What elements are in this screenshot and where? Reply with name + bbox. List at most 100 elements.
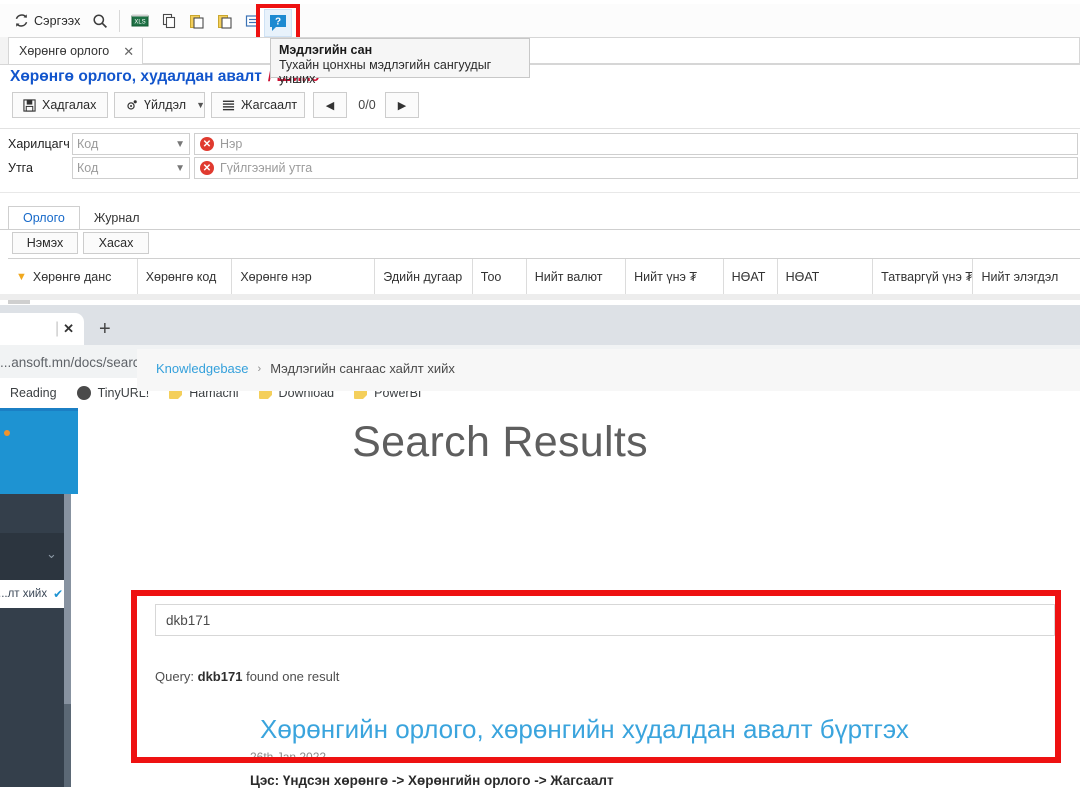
grid-column-header[interactable]: Нийт валют (527, 259, 627, 294)
form-divider (0, 128, 1080, 129)
refresh-button[interactable]: Сэргээх (8, 8, 86, 34)
grid-column-label: Тоо (480, 269, 502, 284)
utga-code-select[interactable]: Код ▼ (72, 157, 190, 179)
filter-icon[interactable]: ▼ (16, 271, 27, 283)
operation-button[interactable]: Үйлдэл ▼ (114, 92, 205, 118)
tab-divider: | (54, 320, 60, 337)
grid-column-header[interactable]: Нийт үнэ ₮ (626, 259, 724, 294)
add-row-label: Нэмэх (26, 236, 64, 250)
next-record-button[interactable]: ▶ (385, 92, 419, 118)
breadcrumb-current: Мэдлэгийн сангаас хайлт хийх (270, 361, 455, 376)
chevron-down-icon: ▼ (196, 100, 205, 110)
save-disk-icon (23, 98, 36, 112)
erp-tab-khorongo-orlogo[interactable]: Хөрөнгө орлого ✕ (8, 37, 146, 64)
grid-column-header[interactable]: Нийт элэгдэл (973, 259, 1080, 294)
refresh-label: Сэргээх (34, 13, 81, 28)
copy-icon (161, 13, 177, 29)
kharilsagch-code-select[interactable]: Код ▼ (72, 133, 190, 155)
tooltip-body: Тухайн цонхны мэдлэгийн сангуудыг унших (279, 58, 492, 86)
tab-orlogo-label: Орлого (23, 211, 65, 225)
prev-record-button[interactable]: ◀ (313, 92, 347, 118)
breadcrumb-bar: Knowledgebase › Мэдлэгийн сангаас хайлт … (137, 349, 1080, 391)
sidebar-item-active[interactable]: ...лт хийх ✔ (0, 580, 71, 608)
grid-column-header[interactable]: Хөрөнгө нэр (232, 259, 376, 294)
remove-row-label: Хасах (98, 236, 134, 250)
erp-toolbar: Сэргээх XLS ? (0, 4, 1080, 44)
gear-icon (125, 99, 138, 112)
globe-icon (76, 386, 91, 400)
erp-tab-strip: Хөрөнгө орлого ✕ (0, 37, 1080, 65)
paste-special-button[interactable] (211, 8, 239, 34)
grid-column-label: Хөрөнгө нэр (240, 269, 312, 284)
plus-icon[interactable]: + (99, 319, 111, 339)
list-label: Жагсаалт (241, 98, 298, 112)
grid-column-header[interactable]: НӨАТ (724, 259, 778, 294)
horizontal-scrollbar[interactable] (8, 300, 30, 304)
grid-column-header[interactable]: Татваргүй үнэ ₮ (873, 259, 974, 294)
sidebar-dark-group[interactable] (0, 533, 71, 580)
list-lines-icon (222, 99, 235, 111)
grid-column-label: НӨАТ (785, 269, 820, 284)
paste-special-icon (217, 13, 233, 29)
close-icon[interactable]: ✕ (123, 45, 134, 58)
tab-zhurnal-label: Журнал (93, 211, 140, 225)
grid-column-header[interactable]: Хөрөнгө код (138, 259, 233, 294)
error-x-icon: ✕ (200, 161, 214, 175)
bookmark-label: Reading (10, 386, 57, 400)
remove-row-button[interactable]: Хасах (83, 232, 149, 254)
grid-header-row: ▼ Хөрөнгө данс Хөрөнгө код Хөрөнгө нэр Эдийн… (8, 258, 1080, 296)
inner-tab-underline (0, 229, 1080, 230)
breadcrumb: Knowledgebase › Мэдлэгийн сангаас хайлт … (156, 361, 455, 376)
breadcrumb-separator-icon: › (257, 362, 262, 375)
paste-button[interactable] (183, 8, 211, 34)
svg-text:XLS: XLS (135, 19, 146, 25)
add-row-button[interactable]: Нэмэх (12, 232, 78, 254)
bookmark-item[interactable]: Reading (0, 381, 67, 405)
search-result-date: 26th Jan 2022 (250, 750, 327, 764)
kharilsagch-label: Харилцагч (8, 137, 70, 151)
grid-action-buttons: Нэмэх Хасах (12, 232, 154, 254)
grid-column-label: Нийт валют (534, 269, 603, 284)
save-button[interactable]: Хадгалах (12, 92, 108, 118)
browser-tab-active[interactable]: ...айлт хийх | ✕ (0, 313, 84, 345)
knowledgebase-help-button[interactable]: ? (264, 9, 292, 37)
chevron-down-icon: ▼ (175, 138, 185, 150)
sidebar-item-label: ...лт хийх (0, 588, 48, 600)
sidebar-scrollbar-thumb[interactable] (64, 494, 71, 704)
grid-column-header[interactable]: НӨАТ (778, 259, 874, 294)
chevron-down-icon[interactable]: ⌄ (46, 546, 57, 562)
grid-column-header[interactable]: ▼ Хөрөнгө данс (8, 259, 138, 294)
grid-column-header[interactable]: Эдийн дугаар (375, 259, 473, 294)
tooltip-title: Мэдлэгийн сан (279, 43, 373, 57)
query-status-text: Query: dkb171 found one result (155, 669, 339, 684)
record-counter: 0/0 (358, 98, 376, 112)
search-result-title-link[interactable]: Хөрөнгийн орлого, хөрөнгийн худалдан ава… (260, 714, 909, 745)
grid-column-header[interactable]: Тоо (473, 259, 527, 294)
utga-name-input[interactable]: ✕ Гүйлгээний утга (194, 157, 1078, 179)
form-row-utga: Утга Код ▼ ✕ Гүйлгээний утга (0, 157, 1080, 179)
sidebar-edge (71, 494, 78, 787)
error-x-icon: ✕ (200, 137, 214, 151)
tab-orlogo[interactable]: Орлого (8, 206, 80, 230)
grid-column-label: Нийт элэгдэл (981, 269, 1059, 284)
grid-column-label: Татваргүй үнэ ₮ (881, 269, 973, 284)
close-icon[interactable]: ✕ (63, 321, 74, 337)
section-divider (0, 192, 1080, 193)
save-label: Хадгалах (42, 98, 97, 112)
breadcrumb-root-link[interactable]: Knowledgebase (156, 361, 249, 376)
search-input[interactable]: dkb171 (155, 604, 1055, 636)
operation-label: Үйлдэл (144, 98, 187, 112)
search-input-value: dkb171 (166, 612, 211, 628)
kharilsagch-name-input[interactable]: ✕ Нэр (194, 133, 1078, 155)
search-results-heading: Search Results (352, 418, 648, 466)
erp-tab-label: Хөрөнгө орлого (19, 44, 110, 58)
search-button[interactable] (86, 8, 114, 34)
browser-tab-title: ...айлт хийх (0, 322, 51, 336)
tab-zhurnal[interactable]: Журнал (80, 206, 154, 230)
list-button[interactable]: Жагсаалт (211, 92, 305, 118)
chevron-down-icon: ▼ (175, 162, 185, 174)
next-triangle-icon: ▶ (397, 99, 407, 112)
copy-button[interactable] (155, 8, 183, 34)
excel-export-button[interactable]: XLS (125, 8, 155, 34)
utga-code-placeholder: Код (77, 161, 99, 175)
